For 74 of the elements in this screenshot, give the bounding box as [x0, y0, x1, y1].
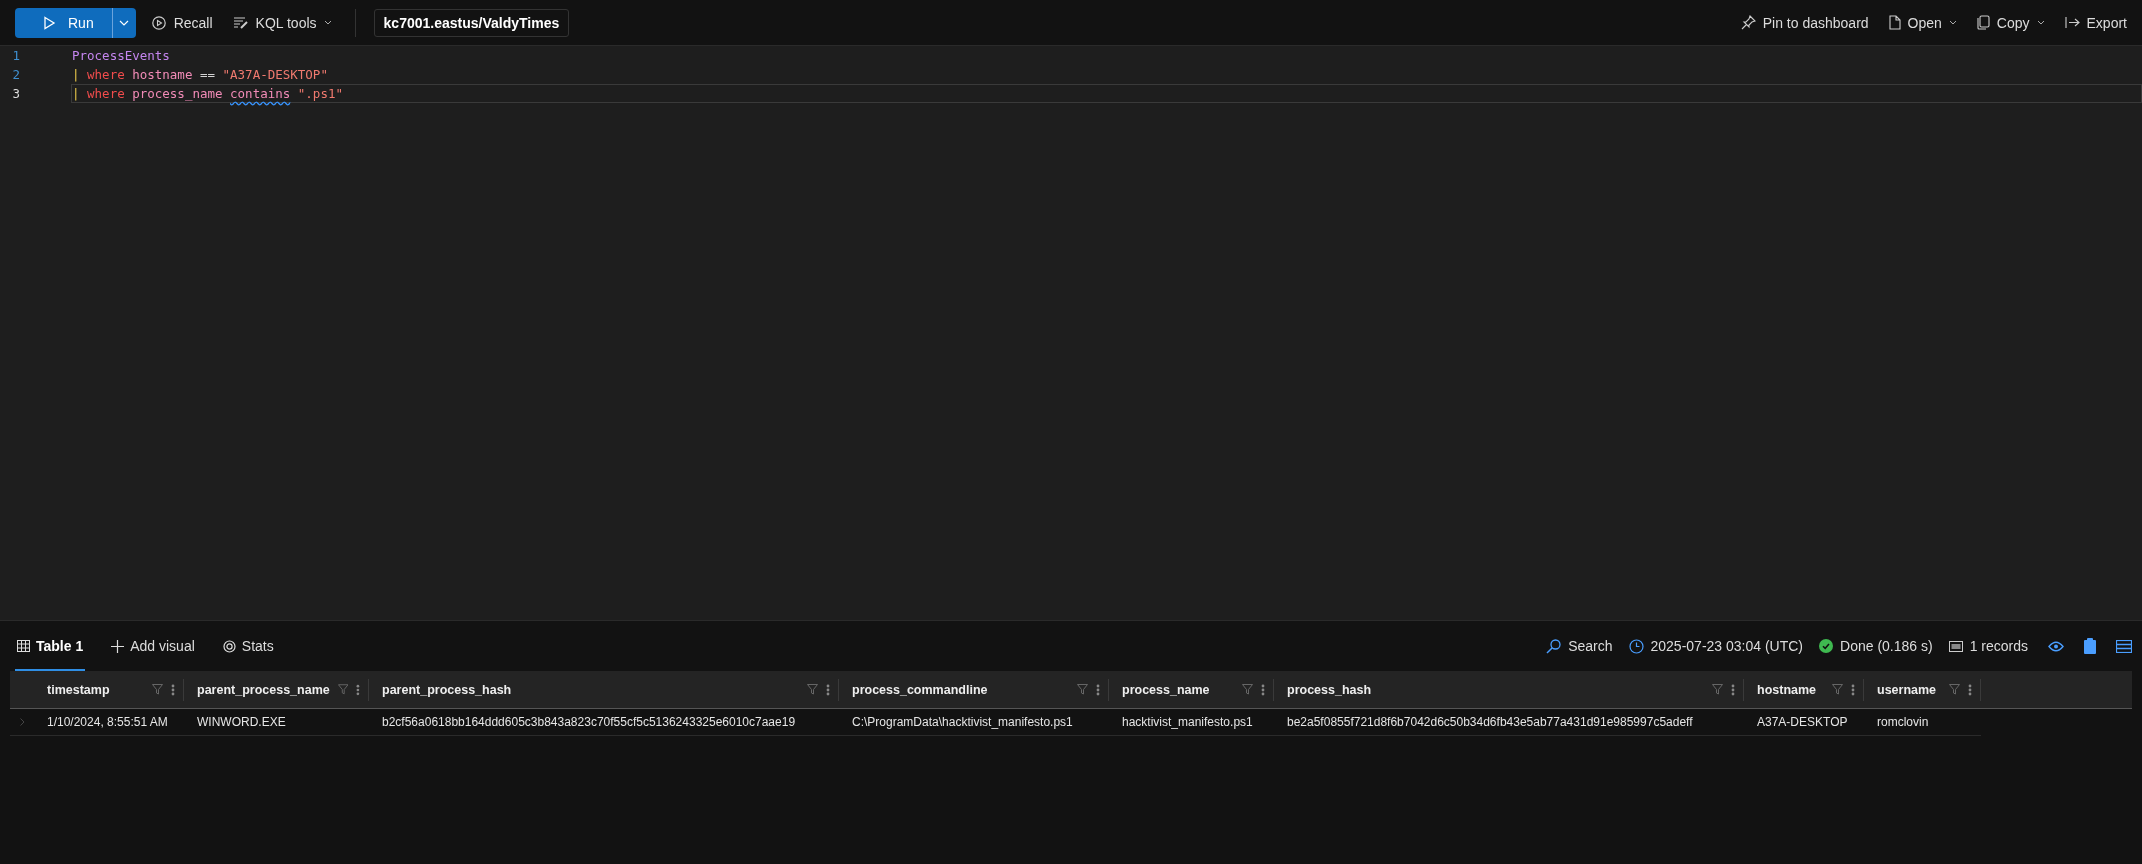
search-button[interactable]: Search [1546, 638, 1613, 654]
export-button[interactable]: Export [2059, 7, 2132, 38]
chevron-down-icon [119, 19, 130, 26]
export-icon [2064, 16, 2080, 29]
more-icon[interactable] [356, 683, 360, 696]
filter-icon[interactable] [337, 684, 349, 695]
line-number: 2 [11, 66, 20, 84]
more-icon[interactable] [1261, 683, 1265, 696]
history-icon [150, 14, 167, 31]
code-line: | where hostname == "A37A-DESKTOP" [71, 66, 329, 84]
table-cell-text: WINWORD.EXE [196, 714, 287, 730]
pin-button[interactable]: Pin to dashboard [1735, 7, 1874, 38]
query-editor[interactable]: 1 ProcessEvents 2 | where hostname == "A37A-DESKTOP" 3 | where process_name contains ".ps1" [0, 46, 2142, 620]
table-cell-text: hacktivist_manifesto.ps1 [1121, 714, 1254, 730]
filter-icon[interactable] [1077, 684, 1088, 695]
table-cell-text: be2a5f0855f721d8f6b7042d6c50b34d6fb43e5ab77a431d91e985997c5adeff [1286, 714, 1694, 730]
clock-icon [1628, 638, 1644, 654]
open-button[interactable]: Open [1883, 7, 1962, 38]
query-time: 2025-07-23 03:04 (UTC) [1650, 638, 1804, 654]
layout-icon[interactable] [2116, 639, 2132, 653]
table-cell-text: romclovin [1876, 714, 1930, 730]
grid-icon [17, 640, 30, 652]
chevron-down-icon [2036, 20, 2045, 25]
more-icon[interactable] [171, 683, 175, 696]
line-number: 3 [11, 85, 20, 103]
copy-button[interactable]: Copy [1971, 7, 2050, 38]
search-icon [1546, 638, 1562, 654]
filter-icon[interactable] [1949, 684, 1960, 695]
filter-icon[interactable] [1832, 684, 1843, 695]
table-cell-text: C:\ProgramData\hacktivist_manifesto.ps1 [851, 714, 1074, 730]
run-button[interactable]: Run [15, 7, 112, 38]
query-status: Done (0.186 s) [1840, 638, 1933, 654]
plus-icon [111, 639, 125, 653]
code-line: ProcessEvents [71, 47, 171, 65]
play-icon [42, 15, 56, 30]
pin-icon [1740, 15, 1756, 30]
more-icon[interactable] [1096, 683, 1100, 696]
table-cell-text: 1/10/2024, 8:55:51 AM [46, 714, 169, 730]
column-header[interactable]: parent_process_name [184, 678, 369, 701]
document-icon [1888, 15, 1901, 30]
copy-icon [1976, 15, 1990, 30]
database-selector[interactable]: kc7001.eastus/ValdyTimes [373, 8, 570, 37]
check-circle-icon [1819, 639, 1834, 653]
more-icon[interactable] [1851, 683, 1855, 696]
table-cell-text: b2cf56a0618bb164ddd605c3b843a823c70f55cf5c5136243325e6010c7aae19 [381, 714, 797, 730]
chevron-down-icon [323, 20, 332, 25]
more-icon[interactable] [1968, 683, 1972, 696]
chevron-down-icon [1948, 20, 1957, 25]
run-dropdown[interactable] [111, 7, 136, 38]
filter-icon[interactable] [1242, 684, 1253, 695]
record-count: 1 records [1969, 638, 2028, 654]
recall-button[interactable]: Recall [145, 7, 218, 38]
kql-tools-button[interactable]: KQL tools [227, 7, 337, 38]
add-visual-tab[interactable]: Add visual [109, 621, 197, 671]
column-header[interactable]: timestamp [34, 678, 184, 701]
column-header[interactable]: process_commandline [839, 678, 1109, 701]
more-icon[interactable] [826, 683, 830, 696]
filter-icon[interactable] [1712, 684, 1723, 695]
stats-tab[interactable]: Stats [220, 621, 276, 671]
column-header[interactable]: process_name [1109, 678, 1274, 701]
column-header[interactable]: parent_process_hash [369, 678, 839, 701]
column-header[interactable]: process_hash [1274, 678, 1744, 701]
edit-lines-icon [232, 15, 249, 30]
table-cell-text: A37A-DESKTOP [1756, 714, 1849, 730]
column-header[interactable]: username [1864, 678, 1981, 701]
clipboard-icon[interactable] [2084, 638, 2096, 654]
column-header[interactable]: hostname [1744, 678, 1864, 701]
eye-icon[interactable] [2048, 640, 2064, 652]
line-number: 1 [11, 47, 20, 65]
target-icon [222, 639, 236, 653]
more-icon[interactable] [1731, 683, 1735, 696]
filter-icon[interactable] [807, 684, 818, 695]
number-box-icon [1948, 640, 1963, 652]
filter-icon[interactable] [152, 684, 163, 695]
